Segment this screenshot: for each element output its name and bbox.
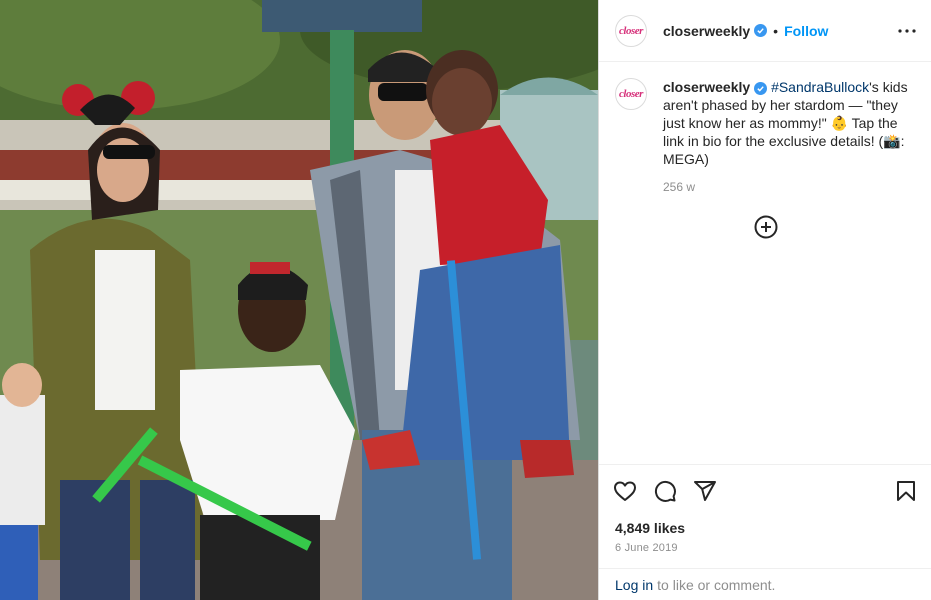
verified-badge-icon: [754, 24, 768, 37]
account-avatar[interactable]: closer: [615, 14, 647, 47]
bookmark-icon[interactable]: [894, 479, 918, 503]
verified-badge-icon: [754, 82, 768, 95]
caption-username[interactable]: closerweekly: [663, 79, 750, 95]
post-sidebar: closer closerweekly • Follow closer clos…: [598, 0, 931, 600]
caption-avatar[interactable]: closer: [615, 78, 647, 110]
post-date: 6 June 2019: [615, 542, 678, 554]
caption-hashtag-link[interactable]: #SandraBullock: [771, 79, 869, 95]
post-header: closer closerweekly • Follow: [599, 0, 931, 62]
caption-timestamp[interactable]: 256 w: [663, 178, 919, 196]
comment-prompt-text: to like or comment.: [657, 576, 776, 593]
account-username[interactable]: closerweekly: [663, 23, 750, 39]
caption-body: closerweekly #SandraBullock's kids aren'…: [663, 78, 919, 196]
like-count[interactable]: 4,849 likes: [615, 520, 685, 536]
more-options-icon[interactable]: [898, 22, 916, 40]
follow-button[interactable]: Follow: [784, 23, 828, 39]
header-separator: •: [773, 22, 779, 39]
photo-illustration: [0, 0, 598, 600]
heart-icon[interactable]: [613, 479, 637, 503]
comment-prompt: Log in to like or comment.: [599, 568, 931, 600]
send-icon[interactable]: [693, 479, 717, 503]
avatar-logo-text: closer: [619, 88, 643, 100]
login-link[interactable]: Log in: [615, 577, 653, 593]
post-caption: closer closerweekly #SandraBullock's kid…: [615, 78, 919, 196]
comment-icon[interactable]: [653, 479, 677, 503]
avatar-logo-text: closer: [619, 24, 643, 37]
post-actions-bar: [599, 464, 931, 517]
add-circle-icon[interactable]: [754, 215, 778, 239]
post-photo[interactable]: [0, 0, 598, 600]
